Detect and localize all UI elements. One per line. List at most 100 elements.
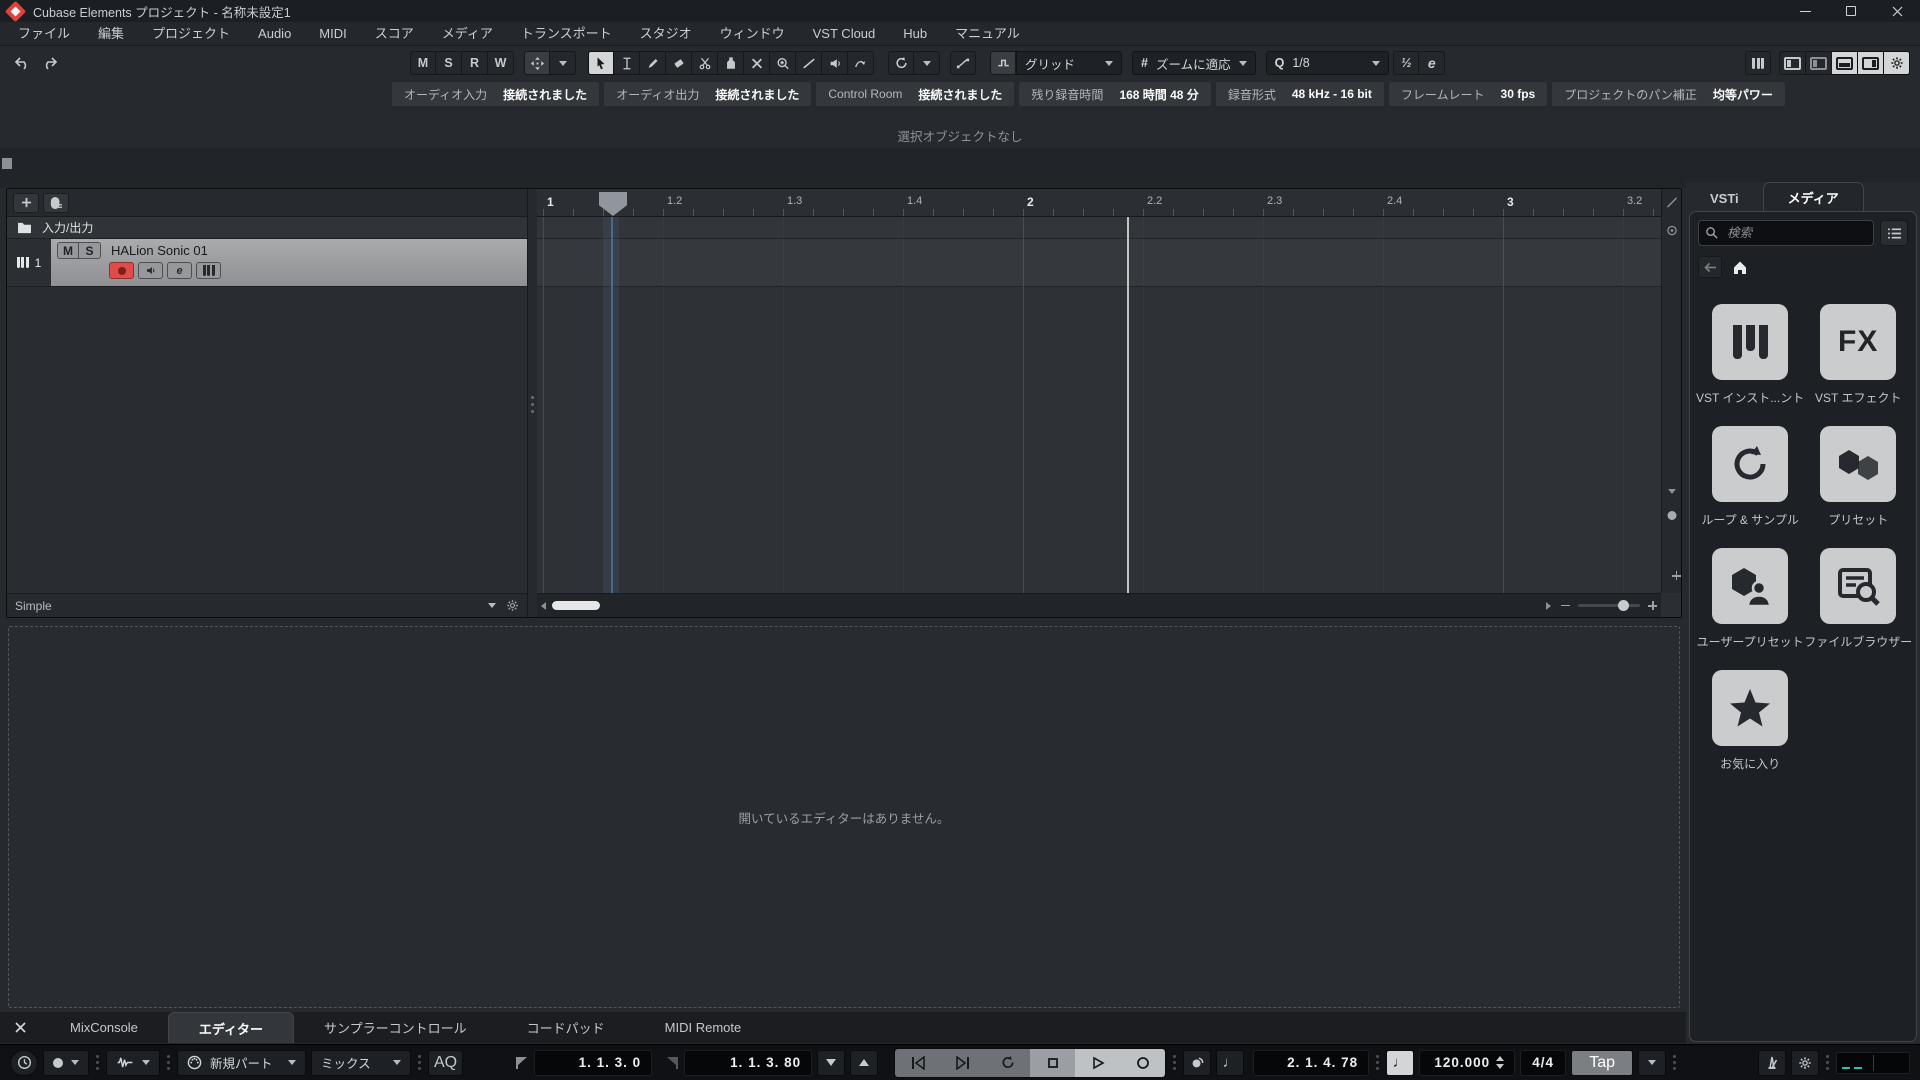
racks-button[interactable]	[1745, 51, 1771, 75]
menu-file[interactable]: ファイル	[4, 22, 84, 46]
menu-window[interactable]: ウィンドウ	[706, 22, 799, 46]
bottom-zone-toggle[interactable]	[1832, 51, 1858, 75]
add-track-button[interactable]	[13, 192, 39, 213]
quantize-dropdown[interactable]: Q 1/8	[1265, 51, 1390, 75]
menu-audio[interactable]: Audio	[244, 22, 305, 46]
tab-media[interactable]: メディア	[1762, 182, 1864, 212]
tab-mixconsole[interactable]: MixConsole	[40, 1012, 168, 1043]
tab-editor[interactable]: エディター	[167, 1012, 295, 1043]
cycle-button[interactable]	[985, 1048, 1031, 1077]
track-preset-button[interactable]	[43, 192, 69, 213]
close-lower-zone-button[interactable]	[0, 1012, 40, 1043]
goto-end-button[interactable]	[940, 1048, 986, 1077]
right-locator-display[interactable]: 1. 1. 3. 80	[684, 1049, 813, 1076]
minimize-button[interactable]	[1782, 0, 1828, 22]
autoscroll-options-dropdown[interactable]	[550, 51, 576, 75]
monitor-button[interactable]	[138, 262, 163, 279]
metronome-setup-button[interactable]	[1791, 1049, 1819, 1076]
home-button[interactable]	[1732, 260, 1748, 275]
tile-presets[interactable]: プリセット	[1820, 426, 1897, 548]
click-button[interactable]: ♩	[1216, 1049, 1245, 1076]
performance-meter[interactable]	[1836, 1051, 1910, 1074]
ruler-options-icon[interactable]	[1666, 197, 1677, 208]
undo-icon[interactable]	[14, 56, 31, 71]
tile-vst-effects[interactable]: FX VST エフェクト	[1815, 304, 1901, 426]
audition-loop-button[interactable]	[888, 51, 914, 75]
hzoom-in-icon[interactable]	[1648, 601, 1657, 610]
tile-vst-instruments[interactable]: VST インスト...ント	[1696, 304, 1804, 426]
tile-file-browser[interactable]: ファイルブラウザー	[1804, 548, 1912, 670]
tab-midi-remote[interactable]: MIDI Remote	[635, 1012, 772, 1043]
punch-in-button[interactable]	[817, 1049, 846, 1076]
track-name[interactable]: HALion Sonic 01	[111, 243, 208, 258]
track-mute-button[interactable]: M	[57, 242, 79, 259]
quantize-panel-button[interactable]: e	[1419, 51, 1446, 75]
menu-edit[interactable]: 編集	[84, 22, 138, 46]
scroll-left-icon[interactable]	[541, 601, 546, 610]
menu-score[interactable]: スコア	[361, 22, 428, 46]
view-preset-dropdown[interactable]	[488, 603, 496, 608]
solo-all-button[interactable]: S	[436, 51, 462, 75]
right-locator-flag-icon[interactable]	[665, 1056, 679, 1070]
write-automation-button[interactable]: W	[488, 51, 514, 75]
redo-icon[interactable]	[41, 56, 58, 71]
panel-splitter[interactable]	[528, 189, 537, 617]
inspector-toggle[interactable]	[1806, 51, 1832, 75]
track-view-preset[interactable]: Simple	[15, 599, 52, 613]
menu-manual[interactable]: マニュアル	[941, 22, 1034, 46]
maximize-button[interactable]	[1828, 0, 1874, 22]
tile-loops-samples[interactable]: ループ & サンプル	[1701, 426, 1799, 548]
mute-all-button[interactable]: M	[410, 51, 436, 75]
glue-tool[interactable]	[718, 51, 744, 75]
range-selection-tool[interactable]	[614, 51, 640, 75]
left-locator-flag-icon[interactable]	[515, 1056, 529, 1070]
tile-user-presets[interactable]: ユーザープリセット	[1697, 548, 1804, 670]
tap-tempo-button[interactable]: Tap	[1571, 1049, 1634, 1076]
auto-quantize-button[interactable]: AQ	[428, 1049, 464, 1076]
draw-tool[interactable]	[640, 51, 666, 75]
audio-record-mode-dropdown[interactable]	[106, 1049, 160, 1076]
tab-chord-pads[interactable]: コードパッド	[497, 1012, 635, 1043]
track-row[interactable]: 1 M S HALion Sonic 01 e	[7, 239, 527, 287]
metronome-button[interactable]	[1758, 1049, 1786, 1076]
menu-project[interactable]: プロジェクト	[138, 22, 244, 46]
window-layout-setup-button[interactable]	[1884, 51, 1910, 75]
play-button[interactable]	[1075, 1048, 1121, 1077]
left-locator-display[interactable]: 1. 1. 3. 0	[534, 1049, 653, 1076]
grid-type-dropdown[interactable]: # ズームに適応	[1132, 51, 1256, 75]
hzoom-out-icon[interactable]	[1561, 604, 1570, 607]
snap-type-dropdown[interactable]: グリッド	[1016, 51, 1122, 75]
left-zone-toggle[interactable]	[1779, 51, 1806, 75]
vscroll-down-icon[interactable]	[1667, 489, 1676, 494]
tab-sampler-control[interactable]: サンプラーコントロール	[294, 1012, 497, 1043]
tempo-track-button[interactable]: ♩	[1386, 1049, 1415, 1076]
hscroll-thumb[interactable]	[552, 601, 600, 610]
record-button[interactable]	[1120, 1048, 1166, 1077]
track-settings-gear-icon[interactable]	[506, 599, 519, 612]
menu-media[interactable]: メディア	[428, 22, 507, 46]
hzoom-thumb[interactable]	[1618, 600, 1629, 611]
stop-button[interactable]	[1030, 1048, 1076, 1077]
position-display[interactable]: 2. 1. 4. 78	[1253, 1049, 1370, 1076]
record-arm-button[interactable]	[109, 262, 134, 279]
vzoom-thumb[interactable]	[1667, 511, 1676, 520]
timeline-ruler[interactable]: 1 1.2 1.3 1.4 2 2.2 2.3 2.4 3 3.2	[537, 189, 1661, 217]
target-icon[interactable]	[1666, 225, 1677, 236]
close-button[interactable]	[1874, 0, 1920, 22]
midi-record-mix-dropdown[interactable]: ミックス	[311, 1049, 411, 1076]
divider-handle[interactable]	[2, 158, 12, 169]
object-selection-tool[interactable]	[588, 51, 614, 75]
scroll-right-icon[interactable]	[1546, 601, 1551, 610]
edit-channel-button[interactable]: e	[167, 262, 192, 279]
split-tool[interactable]	[692, 51, 718, 75]
list-view-button[interactable]	[1880, 220, 1908, 246]
audition-loop-dropdown[interactable]	[914, 51, 940, 75]
tile-favorites[interactable]: お気に入り	[1712, 670, 1789, 792]
mute-tool[interactable]	[744, 51, 770, 75]
color-tool[interactable]	[848, 51, 874, 75]
search-input[interactable]	[1698, 220, 1874, 246]
menu-studio[interactable]: スタジオ	[626, 22, 706, 46]
record-mode-dropdown[interactable]	[43, 1049, 89, 1076]
back-button[interactable]	[1698, 256, 1722, 278]
midi-record-mode-dropdown[interactable]: 新規パート	[177, 1049, 306, 1076]
